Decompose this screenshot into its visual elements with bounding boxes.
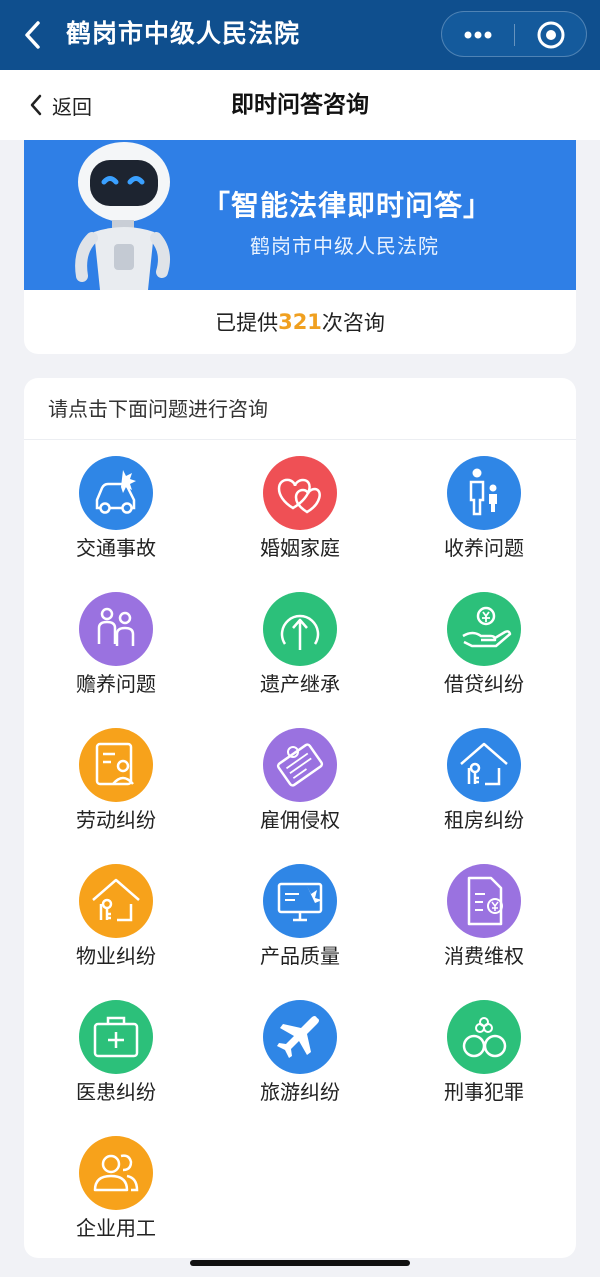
consultation-count: 已提供 321 次咨询 — [24, 290, 576, 354]
stat-suffix: 次咨询 — [321, 311, 385, 335]
banner: 「智能法律即时问答」 鹤岗市中级人民法院 — [24, 140, 576, 290]
page-navbar: 返回 即时问答咨询 — [0, 70, 600, 140]
parent-child-icon — [447, 456, 521, 530]
category-item-elderly-support[interactable]: 赡养问题 — [36, 592, 196, 712]
category-item-traffic-accident[interactable]: 交通事故 — [36, 456, 196, 576]
inheritance-icon — [263, 592, 337, 666]
category-label: 交通事故 — [76, 536, 156, 560]
app-header: 鹤岗市中级人民法院 — [0, 0, 600, 70]
stat-prefix: 已提供 — [215, 311, 279, 335]
category-item-inheritance[interactable]: 遗产继承 — [220, 592, 380, 712]
category-item-employment-tort[interactable]: 雇佣侵权 — [220, 728, 380, 848]
category-label: 借贷纠纷 — [444, 672, 524, 696]
category-label: 劳动纠纷 — [76, 808, 156, 832]
property-icon — [79, 864, 153, 938]
hearts-icon — [263, 456, 337, 530]
category-label: 刑事犯罪 — [444, 1080, 524, 1104]
category-item-consumer-rights[interactable]: 消费维权 — [404, 864, 564, 984]
contract-icon — [263, 728, 337, 802]
category-label: 旅游纠纷 — [260, 1080, 340, 1104]
airplane-icon — [263, 1000, 337, 1074]
page-title: 即时问答咨询 — [231, 92, 369, 118]
category-label: 产品质量 — [260, 944, 340, 968]
category-label: 雇佣侵权 — [260, 808, 340, 832]
category-item-property-dispute[interactable]: 物业纠纷 — [36, 864, 196, 984]
category-label: 物业纠纷 — [76, 944, 156, 968]
category-item-travel-dispute[interactable]: 旅游纠纷 — [220, 1000, 380, 1120]
category-heading: 请点击下面问题进行咨询 — [48, 397, 268, 421]
category-label: 赡养问题 — [76, 672, 156, 696]
category-item-product-quality[interactable]: 产品质量 — [220, 864, 380, 984]
medical-kit-icon — [79, 1000, 153, 1074]
category-label: 租房纠纷 — [444, 808, 524, 832]
category-item-labor-dispute[interactable]: 劳动纠纷 — [36, 728, 196, 848]
banner-card: 「智能法律即时问答」 鹤岗市中级人民法院 已提供 321 次咨询 — [24, 140, 576, 354]
category-item-adoption[interactable]: 收养问题 — [404, 456, 564, 576]
category-label: 遗产继承 — [260, 672, 340, 696]
handcuffs-icon — [447, 1000, 521, 1074]
mini-program-capsule — [441, 11, 587, 57]
close-target-icon[interactable] — [515, 12, 587, 58]
category-label: 企业用工 — [76, 1216, 156, 1240]
receipt-icon — [447, 864, 521, 938]
category-item-loan-dispute[interactable]: 借贷纠纷 — [404, 592, 564, 712]
worker-card-icon — [79, 728, 153, 802]
house-key-icon — [447, 728, 521, 802]
stat-number: 321 — [278, 310, 322, 334]
monitor-icon — [263, 864, 337, 938]
loan-icon — [447, 592, 521, 666]
app-title: 鹤岗市中级人民法院 — [66, 19, 301, 48]
banner-title: 「智能法律即时问答」 — [202, 189, 493, 222]
robot-icon — [75, 142, 170, 290]
category-item-enterprise-employment[interactable]: 企业用工 — [36, 1136, 196, 1256]
car-icon — [79, 456, 153, 530]
category-card: 请点击下面问题进行咨询 交通事故 婚姻家庭 收养问题 赡养问题 遗产继承 借贷纠… — [24, 378, 576, 1258]
category-item-medical-dispute[interactable]: 医患纠纷 — [36, 1000, 196, 1120]
divider — [24, 439, 576, 440]
category-label: 收养问题 — [444, 536, 524, 560]
category-label: 医患纠纷 — [76, 1080, 156, 1104]
category-label: 消费维权 — [444, 944, 524, 968]
category-label: 婚姻家庭 — [260, 536, 340, 560]
category-item-rental-dispute[interactable]: 租房纠纷 — [404, 728, 564, 848]
category-item-marriage-family[interactable]: 婚姻家庭 — [220, 456, 380, 576]
more-icon[interactable] — [442, 12, 514, 58]
banner-subtitle: 鹤岗市中级人民法院 — [250, 234, 439, 258]
back-chevron-icon[interactable] — [18, 18, 48, 52]
users-icon — [79, 1136, 153, 1210]
home-indicator — [190, 1260, 410, 1266]
category-item-criminal[interactable]: 刑事犯罪 — [404, 1000, 564, 1120]
elderly-icon — [79, 592, 153, 666]
